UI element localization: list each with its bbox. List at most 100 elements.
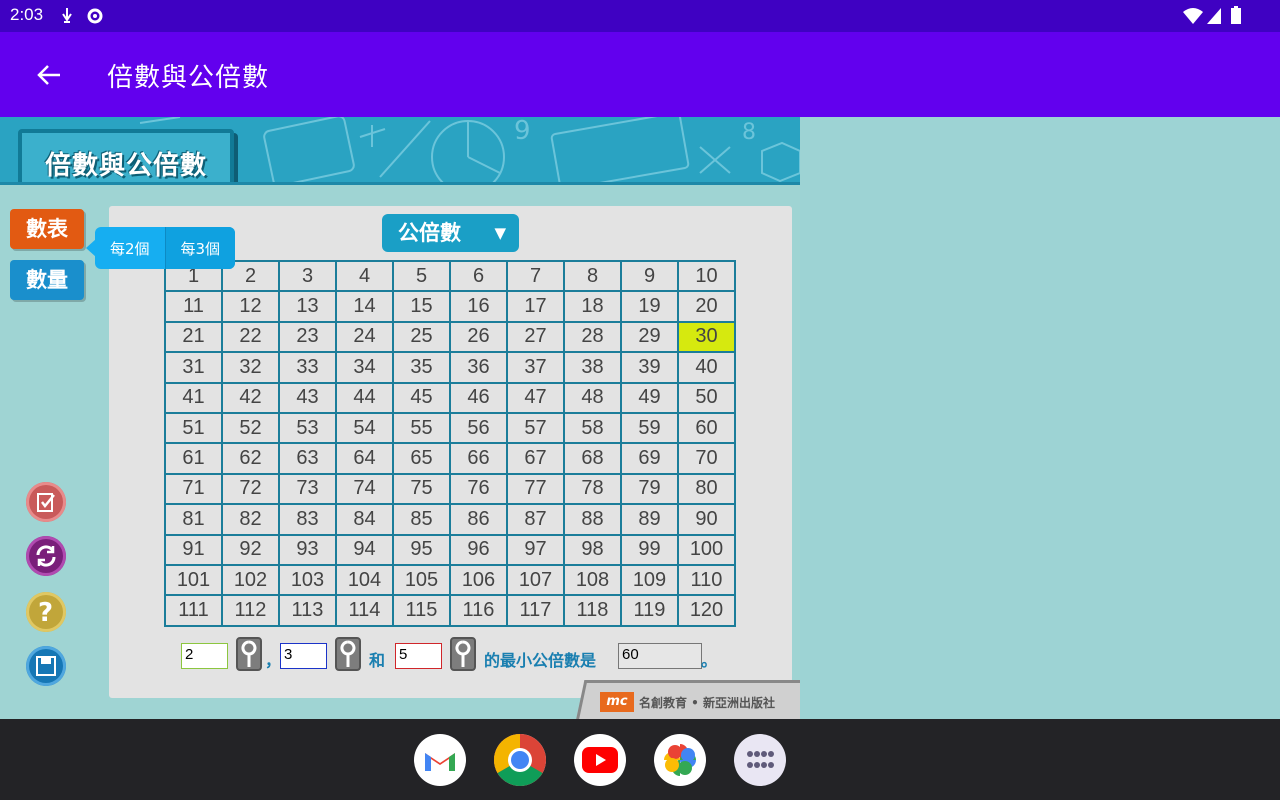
grid-cell[interactable]: 18: [563, 290, 622, 323]
grid-cell[interactable]: 45: [392, 381, 451, 414]
grid-cell[interactable]: 97: [506, 533, 565, 566]
grid-cell[interactable]: 25: [392, 320, 451, 354]
grid-cell[interactable]: 100: [677, 533, 736, 566]
grid-cell[interactable]: 54: [335, 411, 394, 445]
grid-cell[interactable]: 52: [221, 411, 280, 445]
grid-cell[interactable]: 24: [335, 320, 394, 354]
grid-cell[interactable]: 76: [449, 472, 508, 506]
grid-cell[interactable]: 114: [335, 594, 394, 627]
mode-dropdown[interactable]: 公倍數 ▼: [382, 214, 519, 252]
key-button-1[interactable]: [236, 637, 262, 671]
every-3-option[interactable]: 每3個: [164, 227, 235, 269]
gmail-app[interactable]: [414, 734, 466, 786]
grid-cell[interactable]: 55: [392, 411, 451, 445]
grid-cell[interactable]: 39: [620, 351, 679, 384]
grid-cell[interactable]: 60: [677, 411, 736, 445]
grid-cell[interactable]: 17: [506, 290, 565, 323]
grid-cell[interactable]: 6: [449, 259, 508, 293]
grid-cell[interactable]: 85: [392, 503, 451, 536]
grid-cell[interactable]: 75: [392, 472, 451, 506]
grid-cell[interactable]: 74: [335, 472, 394, 506]
grid-cell[interactable]: 109: [620, 563, 679, 597]
grid-cell[interactable]: 92: [221, 533, 280, 566]
grid-cell[interactable]: 87: [506, 503, 565, 536]
grid-cell[interactable]: 3: [278, 259, 337, 293]
help-button[interactable]: ?: [26, 592, 66, 632]
grid-cell[interactable]: 14: [335, 290, 394, 323]
grid-cell[interactable]: 22: [221, 320, 280, 354]
grid-cell[interactable]: 116: [449, 594, 508, 627]
grid-cell[interactable]: 10: [677, 259, 736, 293]
grid-cell[interactable]: 37: [506, 351, 565, 384]
grid-cell[interactable]: 49: [620, 381, 679, 414]
grid-cell[interactable]: 43: [278, 381, 337, 414]
grid-cell[interactable]: 11: [164, 290, 223, 323]
app-drawer[interactable]: [734, 734, 786, 786]
grid-cell[interactable]: 88: [563, 503, 622, 536]
grid-cell[interactable]: 89: [620, 503, 679, 536]
grid-cell[interactable]: 32: [221, 351, 280, 384]
grid-cell[interactable]: 81: [164, 503, 223, 536]
grid-cell[interactable]: 67: [506, 442, 565, 475]
grid-cell[interactable]: 30: [677, 320, 736, 354]
grid-cell[interactable]: 119: [620, 594, 679, 627]
grid-cell[interactable]: 82: [221, 503, 280, 536]
grid-cell[interactable]: 95: [392, 533, 451, 566]
number-3-input[interactable]: 5: [395, 643, 442, 669]
grid-cell[interactable]: 115: [392, 594, 451, 627]
grid-cell[interactable]: 28: [563, 320, 622, 354]
grid-cell[interactable]: 4: [335, 259, 394, 293]
grid-cell[interactable]: 53: [278, 411, 337, 445]
number-table-button[interactable]: 數表: [10, 209, 84, 249]
grid-cell[interactable]: 29: [620, 320, 679, 354]
grid-cell[interactable]: 80: [677, 472, 736, 506]
grid-cell[interactable]: 44: [335, 381, 394, 414]
grid-cell[interactable]: 34: [335, 351, 394, 384]
grid-cell[interactable]: 46: [449, 381, 508, 414]
grid-cell[interactable]: 110: [677, 563, 736, 597]
grid-cell[interactable]: 35: [392, 351, 451, 384]
grid-cell[interactable]: 84: [335, 503, 394, 536]
grid-cell[interactable]: 20: [677, 290, 736, 323]
grid-cell[interactable]: 69: [620, 442, 679, 475]
grid-cell[interactable]: 104: [335, 563, 394, 597]
grid-cell[interactable]: 21: [164, 320, 223, 354]
grid-cell[interactable]: 79: [620, 472, 679, 506]
grid-cell[interactable]: 36: [449, 351, 508, 384]
grid-cell[interactable]: 56: [449, 411, 508, 445]
grid-cell[interactable]: 50: [677, 381, 736, 414]
grid-cell[interactable]: 96: [449, 533, 508, 566]
grid-cell[interactable]: 51: [164, 411, 223, 445]
grid-cell[interactable]: 9: [620, 259, 679, 293]
number-2-input[interactable]: 3: [280, 643, 327, 669]
grid-cell[interactable]: 71: [164, 472, 223, 506]
grid-cell[interactable]: 16: [449, 290, 508, 323]
key-button-3[interactable]: [450, 637, 476, 671]
grid-cell[interactable]: 65: [392, 442, 451, 475]
grid-cell[interactable]: 19: [620, 290, 679, 323]
grid-cell[interactable]: 62: [221, 442, 280, 475]
grid-cell[interactable]: 57: [506, 411, 565, 445]
grid-cell[interactable]: 106: [449, 563, 508, 597]
grid-cell[interactable]: 27: [506, 320, 565, 354]
reset-button[interactable]: [26, 536, 66, 576]
grid-cell[interactable]: 63: [278, 442, 337, 475]
youtube-app[interactable]: [574, 734, 626, 786]
number-1-input[interactable]: 2: [181, 643, 228, 669]
checklist-button[interactable]: [26, 482, 66, 522]
grid-cell[interactable]: 41: [164, 381, 223, 414]
grid-cell[interactable]: 26: [449, 320, 508, 354]
grid-cell[interactable]: 111: [164, 594, 223, 627]
grid-cell[interactable]: 118: [563, 594, 622, 627]
save-button[interactable]: [26, 646, 66, 686]
grid-cell[interactable]: 23: [278, 320, 337, 354]
grid-cell[interactable]: 112: [221, 594, 280, 627]
grid-cell[interactable]: 42: [221, 381, 280, 414]
chrome-app[interactable]: [494, 734, 546, 786]
grid-cell[interactable]: 47: [506, 381, 565, 414]
grid-cell[interactable]: 78: [563, 472, 622, 506]
grid-cell[interactable]: 7: [506, 259, 565, 293]
grid-cell[interactable]: 48: [563, 381, 622, 414]
grid-cell[interactable]: 38: [563, 351, 622, 384]
grid-cell[interactable]: 99: [620, 533, 679, 566]
